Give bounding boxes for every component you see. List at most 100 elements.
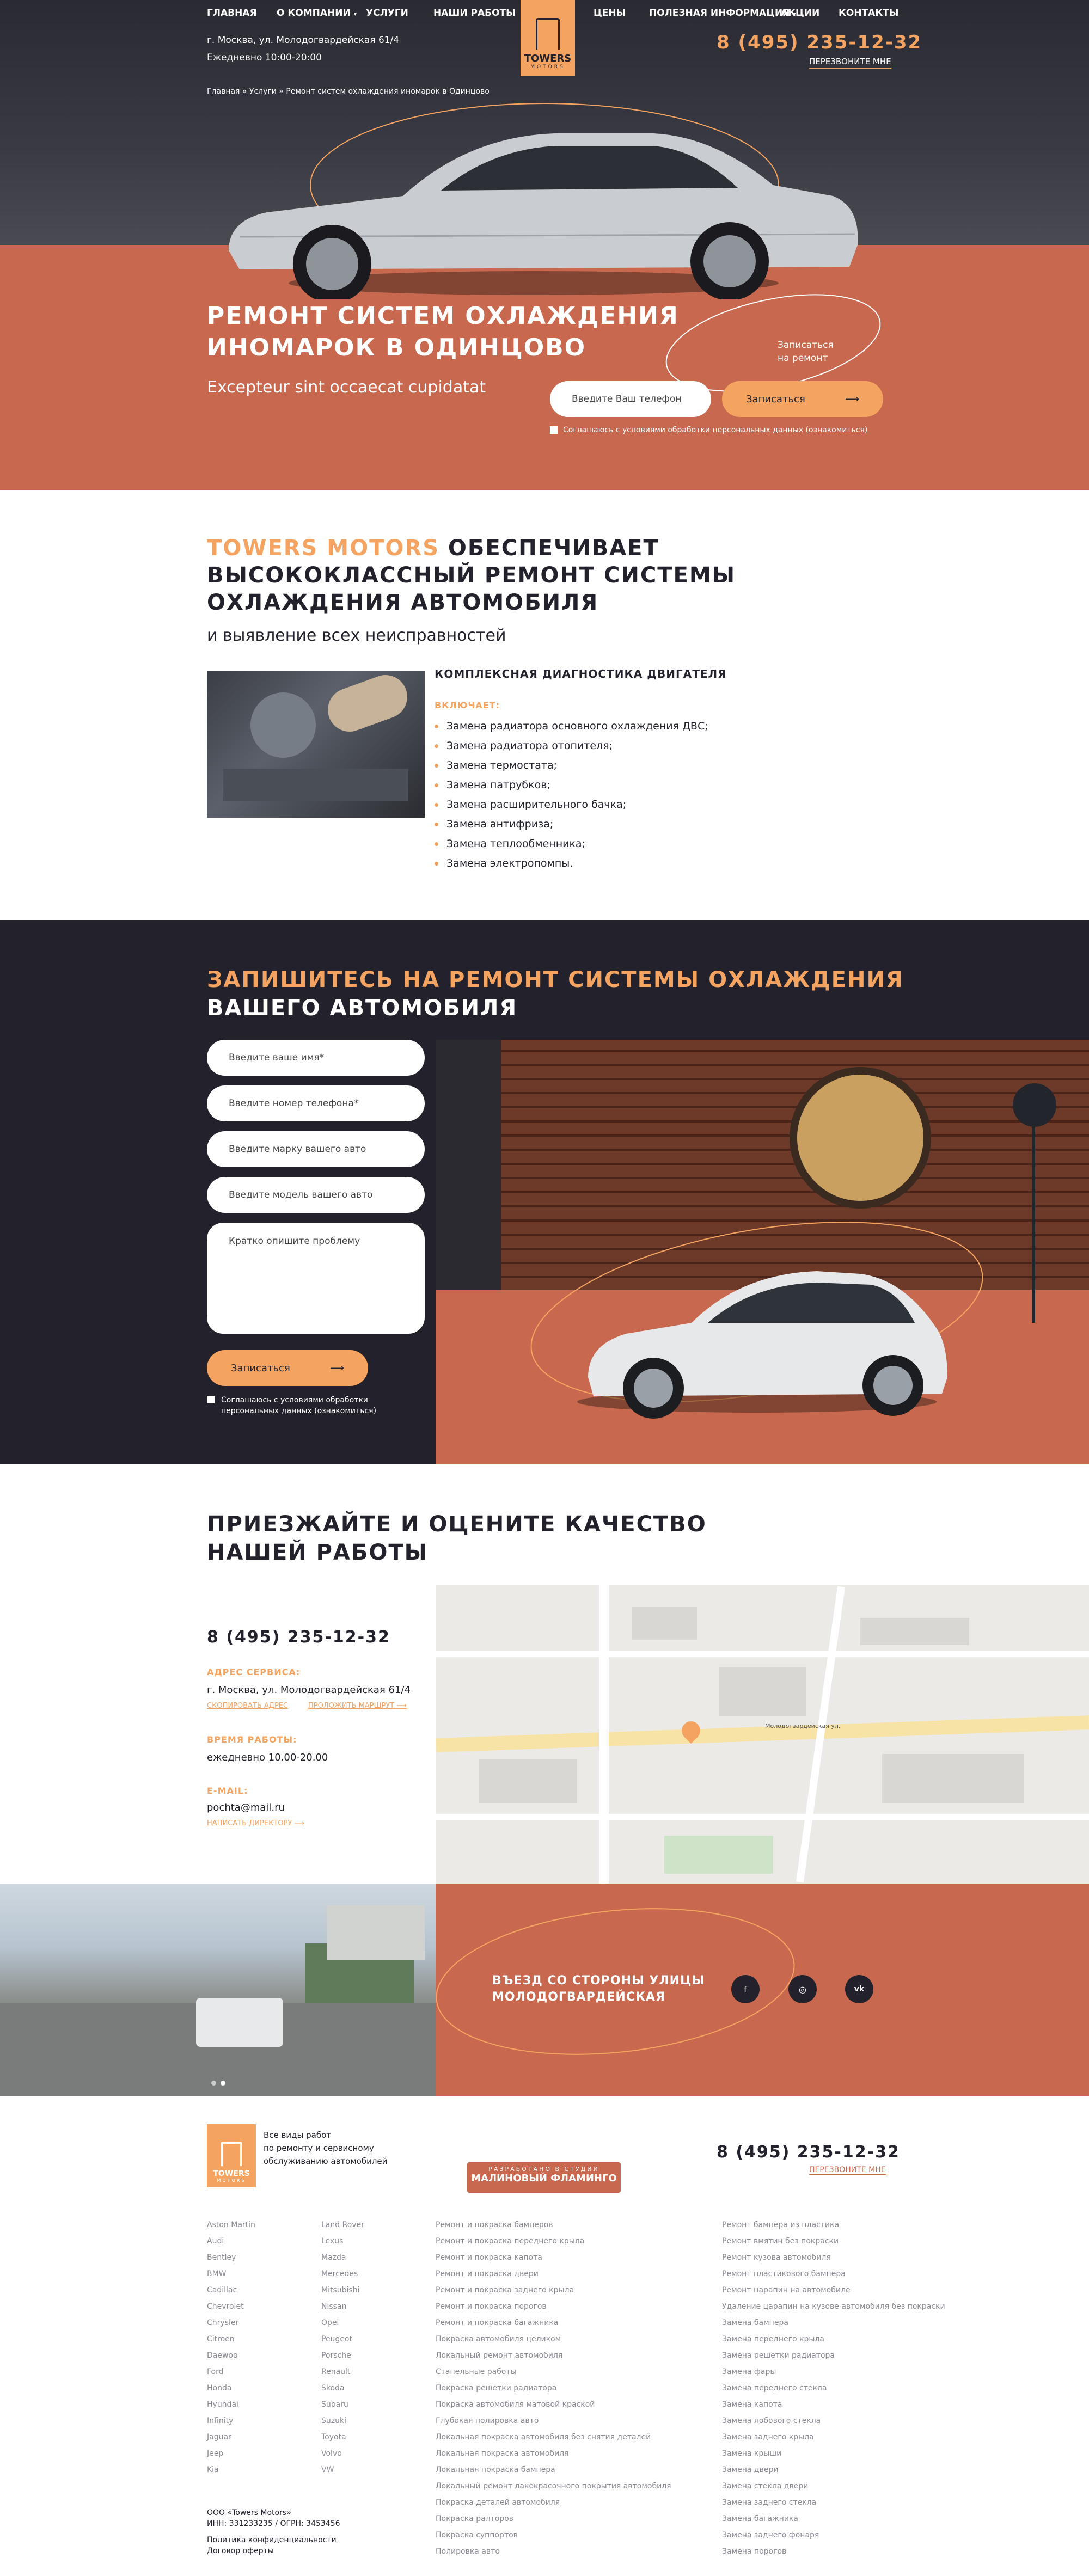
nav-about[interactable]: О компании ▾ <box>277 8 357 19</box>
footer-callback[interactable]: Перезвоните мне <box>809 2166 886 2175</box>
footer-service-link[interactable]: Покраска автомобиля целиком <box>436 2331 671 2347</box>
footer-service-link[interactable]: Замена стекла двери <box>722 2478 945 2494</box>
hero-consent[interactable]: Соглашаюсь с условиями обработки персона… <box>550 426 867 434</box>
footer-service-link[interactable]: Ремонт пластикового бампера <box>722 2266 945 2282</box>
footer-service-link[interactable]: Замена лобового стекла <box>722 2413 945 2429</box>
footer-brand-link[interactable]: VW <box>321 2462 364 2478</box>
write-director-link[interactable]: Написать директору ⟶ <box>207 1819 304 1827</box>
footer-service-link[interactable]: Замена багажника <box>722 2511 945 2527</box>
footer-brand-link[interactable]: Mazda <box>321 2249 364 2266</box>
consent-checkbox[interactable] <box>550 426 558 434</box>
footer-service-link[interactable]: Замена переднего крыла <box>722 2331 945 2347</box>
footer-brand-link[interactable]: Mitsubishi <box>321 2282 364 2298</box>
contacts-phone[interactable]: 8 (495) 235-12-32 <box>207 1628 390 1647</box>
footer-brand-link[interactable]: Jaguar <box>207 2429 255 2445</box>
footer-service-link[interactable]: Покраска суппортов <box>436 2527 671 2543</box>
footer-service-link[interactable]: Замена крыши <box>722 2445 945 2462</box>
instagram-icon[interactable]: ◎ <box>788 1975 817 2003</box>
footer-service-link[interactable]: Покраска автомобиля матовой краской <box>436 2396 671 2413</box>
header-phone[interactable]: 8 (495) 235-12-32 <box>717 32 922 53</box>
footer-service-link[interactable]: Локальная покраска бампера <box>436 2462 671 2478</box>
nav-works[interactable]: Наши работы <box>433 8 516 19</box>
footer-brand-link[interactable]: Subaru <box>321 2396 364 2413</box>
carousel-dots[interactable] <box>211 2081 228 2086</box>
footer-brand-link[interactable]: Citroen <box>207 2331 255 2347</box>
footer-brand-link[interactable]: Kia <box>207 2462 255 2478</box>
studio-badge[interactable]: Разработано в студии Малиновый Фламинго <box>467 2162 621 2193</box>
nav-prices[interactable]: Цены <box>594 8 626 19</box>
consent-link[interactable]: ознакомиться <box>317 1407 374 1415</box>
footer-brand-link[interactable]: Infinity <box>207 2413 255 2429</box>
email-value[interactable]: pochta@mail.ru <box>207 1802 285 1813</box>
footer-service-link[interactable]: Локальная покраска автомобиля без снятия… <box>436 2429 671 2445</box>
nav-services[interactable]: Услуги <box>366 8 408 19</box>
carousel-dot[interactable] <box>211 2081 216 2086</box>
footer-service-link[interactable]: Локальная покраска автомобиля <box>436 2445 671 2462</box>
brand-input[interactable]: Введите марку вашего авто <box>207 1131 425 1167</box>
consent-checkbox[interactable] <box>207 1396 215 1403</box>
footer-service-link[interactable]: Удаление царапин на кузове автомобиля бе… <box>722 2298 945 2315</box>
footer-brand-link[interactable]: Land Rover <box>321 2217 364 2233</box>
footer-brand-link[interactable]: Suzuki <box>321 2413 364 2429</box>
footer-service-link[interactable]: Замена капота <box>722 2396 945 2413</box>
footer-service-link[interactable]: Замена бампера <box>722 2315 945 2331</box>
footer-service-link[interactable]: Замена переднего стекла <box>722 2380 945 2396</box>
footer-brand-link[interactable]: Audi <box>207 2233 255 2249</box>
hero-submit-button[interactable]: Записаться ⟶ <box>722 381 883 417</box>
nav-promo[interactable]: Акции <box>781 8 819 19</box>
signup-consent[interactable]: Соглашаюсь с условиями обработки персона… <box>207 1395 376 1416</box>
footer-brand-link[interactable]: Chevrolet <box>207 2298 255 2315</box>
problem-textarea[interactable]: Кратко опишите проблему <box>207 1223 425 1334</box>
privacy-link[interactable]: Политика конфиденциальности <box>207 2535 340 2546</box>
footer-brand-link[interactable]: Opel <box>321 2315 364 2331</box>
footer-brand-link[interactable]: Chrysler <box>207 2315 255 2331</box>
copy-address-link[interactable]: Скопировать адрес <box>207 1702 288 1710</box>
footer-brand-link[interactable]: BMW <box>207 2266 255 2282</box>
footer-service-link[interactable]: Ремонт бампера из пластика <box>722 2217 945 2233</box>
route-link[interactable]: Проложить маршрут ⟶ <box>308 1702 407 1710</box>
map[interactable]: Молодогвардейская ул. <box>436 1585 1089 1884</box>
footer-service-link[interactable]: Ремонт и покраска переднего крыла <box>436 2233 671 2249</box>
footer-service-link[interactable]: Покраска ралторов <box>436 2511 671 2527</box>
footer-service-link[interactable]: Покраска решетки радиатора <box>436 2380 671 2396</box>
name-input[interactable]: Введите ваше имя* <box>207 1040 425 1076</box>
footer-service-link[interactable]: Ремонт и покраска порогов <box>436 2298 671 2315</box>
footer-service-link[interactable]: Покраска деталей автомобиля <box>436 2494 671 2511</box>
hero-phone-input[interactable]: Введите Ваш телефон <box>550 381 711 417</box>
footer-brand-link[interactable]: Jeep <box>207 2445 255 2462</box>
nav-contacts[interactable]: Контакты <box>839 8 898 19</box>
footer-brand-link[interactable]: Hyundai <box>207 2396 255 2413</box>
facebook-icon[interactable]: f <box>731 1975 760 2003</box>
footer-service-link[interactable]: Ремонт и покраска капота <box>436 2249 671 2266</box>
footer-service-link[interactable]: Замена заднего фонаря <box>722 2527 945 2543</box>
footer-service-link[interactable]: Ремонт кузова автомобиля <box>722 2249 945 2266</box>
nav-info[interactable]: Полезная информация ▾ <box>649 8 796 19</box>
footer-service-link[interactable]: Ремонт и покраска багажника <box>436 2315 671 2331</box>
footer-brand-link[interactable]: Volvo <box>321 2445 364 2462</box>
footer-service-link[interactable]: Замена заднего крыла <box>722 2429 945 2445</box>
footer-service-link[interactable]: Ремонт вмятин без покраски <box>722 2233 945 2249</box>
footer-service-link[interactable]: Ремонт и покраска двери <box>436 2266 671 2282</box>
footer-service-link[interactable]: Замена порогов <box>722 2543 945 2560</box>
footer-service-link[interactable]: Стапельные работы <box>436 2364 671 2380</box>
footer-service-link[interactable]: Замена заднего стекла <box>722 2494 945 2511</box>
footer-service-link[interactable]: Полировка авто <box>436 2543 671 2560</box>
breadcrumb[interactable]: Главная » Услуги » Ремонт систем охлажде… <box>207 87 490 96</box>
footer-brand-link[interactable]: Renault <box>321 2364 364 2380</box>
footer-brand-link[interactable]: Mercedes <box>321 2266 364 2282</box>
footer-service-link[interactable]: Ремонт царапин на автомобиле <box>722 2282 945 2298</box>
footer-brand-link[interactable]: Daewoo <box>207 2347 255 2364</box>
signup-submit-button[interactable]: Записаться ⟶ <box>207 1350 368 1386</box>
footer-brand-link[interactable]: Ford <box>207 2364 255 2380</box>
nav-home[interactable]: Главная <box>207 8 257 19</box>
carousel-dot[interactable] <box>221 2081 225 2086</box>
footer-service-link[interactable]: Глубокая полировка авто <box>436 2413 671 2429</box>
footer-brand-link[interactable]: Bentley <box>207 2249 255 2266</box>
footer-logo[interactable]: TOWERS motors <box>207 2124 256 2187</box>
footer-service-link[interactable]: Ремонт и покраска заднего крыла <box>436 2282 671 2298</box>
footer-brand-link[interactable]: Aston Martin <box>207 2217 255 2233</box>
footer-service-link[interactable]: Локальный ремонт лакокрасочного покрытия… <box>436 2478 671 2494</box>
consent-link[interactable]: ознакомиться <box>809 426 865 434</box>
footer-brand-link[interactable]: Nissan <box>321 2298 364 2315</box>
footer-brand-link[interactable]: Peugeot <box>321 2331 364 2347</box>
